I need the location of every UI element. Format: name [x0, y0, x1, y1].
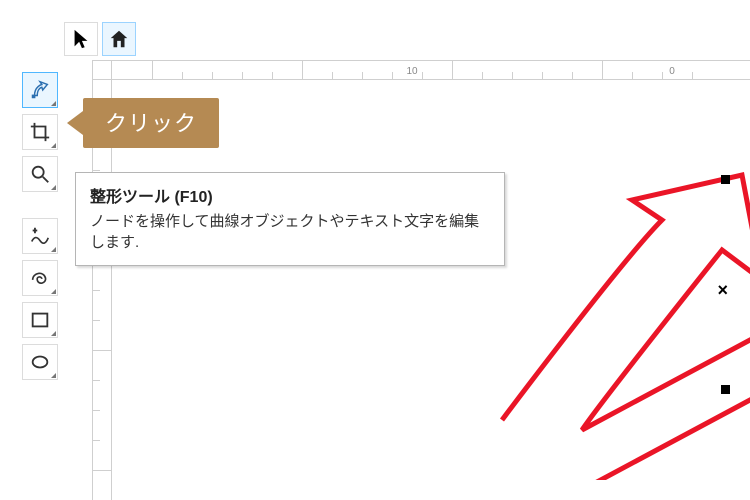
pick-tool-button[interactable]	[64, 22, 98, 56]
curve-object[interactable]	[462, 120, 750, 480]
shape-tool-button[interactable]	[22, 72, 58, 108]
flyout-indicator-icon	[51, 143, 56, 148]
flyout-indicator-icon	[51, 185, 56, 190]
shape-node-icon	[29, 79, 51, 101]
ruler-label: 10	[406, 66, 417, 77]
topbar	[64, 22, 136, 56]
ruler-origin[interactable]	[92, 60, 112, 80]
ellipse-icon	[29, 351, 51, 373]
ellipse-tool-button[interactable]	[22, 344, 58, 380]
callout-text: クリック	[105, 111, 197, 136]
horizontal-ruler[interactable]: 10 0	[112, 60, 750, 80]
spiral-icon	[29, 267, 51, 289]
home-button[interactable]	[102, 22, 136, 56]
crop-icon	[29, 121, 51, 143]
selection-handle[interactable]	[721, 175, 730, 184]
selection-handle[interactable]	[721, 385, 730, 394]
magnifier-icon	[29, 163, 51, 185]
flyout-indicator-icon	[51, 289, 56, 294]
home-icon	[108, 28, 130, 50]
selection-handle-mid[interactable]: ×	[717, 280, 728, 301]
flyout-indicator-icon	[51, 331, 56, 336]
tooltip-title: 整形ツール (F10)	[90, 183, 490, 207]
freehand-icon	[29, 225, 51, 247]
flyout-indicator-icon	[51, 101, 56, 106]
zoom-tool-button[interactable]	[22, 156, 58, 192]
flyout-indicator-icon	[51, 373, 56, 378]
spiral-tool-button[interactable]	[22, 260, 58, 296]
toolbox	[22, 24, 62, 380]
freehand-tool-button[interactable]	[22, 218, 58, 254]
rectangle-icon	[29, 309, 51, 331]
tool-tooltip: 整形ツール (F10) ノードを操作して曲線オブジェクトやテキスト文字を編集しま…	[75, 172, 505, 266]
rectangle-tool-button[interactable]	[22, 302, 58, 338]
crop-tool-button[interactable]	[22, 114, 58, 150]
ruler-label: 0	[669, 66, 675, 77]
cursor-icon	[70, 28, 92, 50]
annotation-callout: クリック	[83, 98, 219, 148]
tooltip-body: ノードを操作して曲線オブジェクトやテキスト文字を編集します.	[90, 211, 490, 253]
flyout-indicator-icon	[51, 247, 56, 252]
